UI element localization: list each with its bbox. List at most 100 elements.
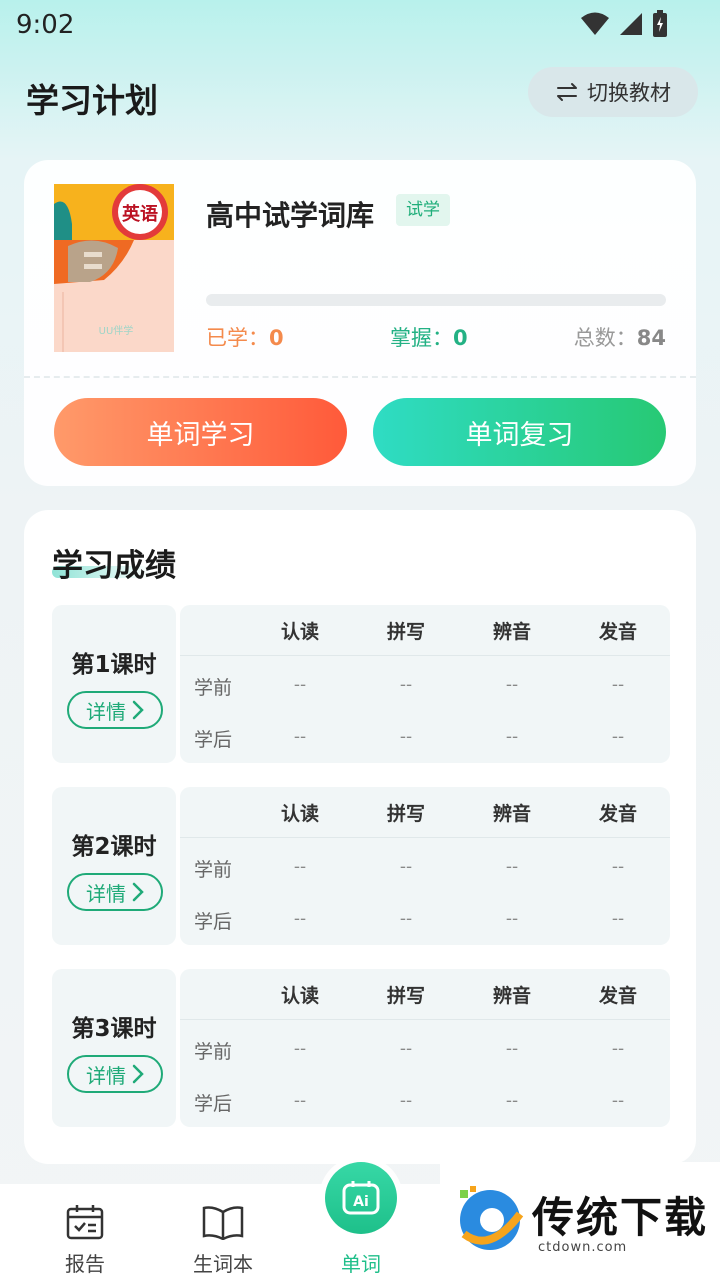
chevron-right-icon [132, 1064, 144, 1084]
watermark-logo-icon [460, 1186, 524, 1250]
lesson-block: 第3课时 详情 认读 拼写 辨音 发音 学前 -- -- -- -- 学后 --… [52, 969, 670, 1127]
row-label: 学前 [194, 677, 233, 699]
mastered-value: 0 [453, 326, 468, 350]
score-cell: -- [505, 1091, 519, 1111]
lesson-info: 第3课时 详情 [52, 969, 176, 1127]
lesson-info: 第1课时 详情 [52, 605, 176, 763]
score-table: 认读 拼写 辨音 发音 学前 -- -- -- -- 学后 -- -- -- -… [180, 605, 670, 763]
cover-brand: UU伴学 [99, 324, 134, 337]
swap-icon [557, 83, 577, 101]
book-title: 高中试学词库 [206, 199, 375, 232]
nav-label-words: 单词 [341, 1252, 381, 1276]
page-title: 学习计划 [26, 81, 158, 120]
score-cell: -- [611, 1091, 625, 1111]
detail-label: 详情 [86, 881, 126, 906]
score-cell: -- [293, 1091, 307, 1111]
battery-icon [653, 10, 667, 37]
detail-label: 详情 [86, 699, 126, 724]
lesson-name: 第1课时 [71, 652, 157, 678]
lesson-detail-button[interactable]: 详情 [67, 1055, 163, 1093]
status-bar: 9:02 [0, 0, 720, 50]
score-cell: -- [611, 909, 625, 929]
score-cell: -- [505, 909, 519, 929]
column-header: 发音 [598, 621, 637, 643]
row-label: 学后 [194, 1093, 233, 1115]
column-header: 发音 [598, 985, 637, 1007]
status-icons [580, 10, 668, 38]
watermark-sub: ctdown.com [538, 1240, 628, 1255]
score-cell: -- [611, 675, 625, 695]
switch-textbook-label: 切换教材 [587, 81, 671, 105]
score-table: 认读 拼写 辨音 发音 学前 -- -- -- -- 学后 -- -- -- -… [180, 787, 670, 945]
total-value: 84 [636, 326, 666, 350]
score-cell: -- [399, 727, 413, 747]
column-header: 发音 [598, 803, 637, 825]
results-title: 学习成绩 [52, 548, 176, 584]
score-cell: -- [505, 675, 519, 695]
score-cell: -- [505, 1039, 519, 1059]
learned-stat: 已学：0 [206, 322, 284, 352]
nav-item-vocab-book[interactable]: 生词本 [158, 1184, 288, 1280]
status-time: 9:02 [16, 10, 75, 40]
score-table: 认读 拼写 辨音 发音 学前 -- -- -- -- 学后 -- -- -- -… [180, 969, 670, 1127]
score-cell: -- [399, 909, 413, 929]
score-cell: -- [611, 1039, 625, 1059]
score-cell: -- [399, 1039, 413, 1059]
lesson-block: 第2课时 详情 认读 拼写 辨音 发音 学前 -- -- -- -- 学后 --… [52, 787, 670, 945]
row-label: 学后 [194, 911, 233, 933]
column-header: 认读 [280, 621, 319, 643]
ai-icon: Ai [342, 1181, 380, 1215]
lesson-name: 第2课时 [71, 834, 157, 860]
score-cell: -- [505, 857, 519, 877]
svg-text:Ai: Ai [353, 1194, 369, 1210]
lesson-detail-button[interactable]: 详情 [67, 691, 163, 729]
score-cell: -- [399, 857, 413, 877]
chevron-right-icon [132, 700, 144, 720]
calendar-check-icon [66, 1205, 104, 1240]
column-header: 拼写 [386, 803, 425, 825]
nav-label-vocab-book: 生词本 [193, 1252, 253, 1276]
column-header: 拼写 [386, 621, 425, 643]
book-cover[interactable]: 英语 UU伴学 [54, 184, 174, 352]
score-cell: -- [293, 909, 307, 929]
watermark-text: 传统下载 [532, 1193, 709, 1242]
learned-value: 0 [269, 326, 284, 350]
signal-icon [620, 13, 642, 35]
mastered-stat: 掌握：0 [390, 322, 468, 352]
column-header: 辨音 [492, 985, 531, 1007]
lesson-info: 第2课时 详情 [52, 787, 176, 945]
score-cell: -- [293, 1039, 307, 1059]
progress-bar [206, 294, 666, 306]
score-cell: -- [293, 675, 307, 695]
open-book-icon [202, 1206, 244, 1240]
word-study-button[interactable]: 单词学习 [54, 398, 347, 466]
row-label: 学前 [194, 1041, 233, 1063]
nav-label-report: 报告 [65, 1252, 105, 1276]
switch-textbook-button[interactable]: 切换教材 [528, 67, 698, 117]
score-cell: -- [611, 857, 625, 877]
score-cell: -- [399, 1091, 413, 1111]
lesson-detail-button[interactable]: 详情 [67, 873, 163, 911]
column-header: 认读 [280, 803, 319, 825]
wifi-icon [581, 12, 609, 35]
row-label: 学前 [194, 859, 233, 881]
learned-label: 已学： [206, 326, 269, 350]
score-cell: -- [399, 675, 413, 695]
column-header: 辨音 [492, 621, 531, 643]
score-cell: -- [505, 727, 519, 747]
row-label: 学后 [194, 729, 233, 751]
trial-badge: 试学 [396, 194, 450, 226]
cover-title: 英语 [121, 203, 158, 225]
nav-item-report[interactable]: 报告 [20, 1184, 150, 1280]
lesson-block: 第1课时 详情 认读 拼写 辨音 发音 学前 -- -- -- -- 学后 --… [52, 605, 670, 763]
column-header: 辨音 [492, 803, 531, 825]
score-cell: -- [293, 727, 307, 747]
word-review-button[interactable]: 单词复习 [373, 398, 666, 466]
nav-ai-button[interactable]: Ai [325, 1162, 397, 1234]
divider [24, 376, 696, 378]
watermark: 传统下载 ctdown.com [440, 1162, 720, 1280]
column-header: 拼写 [386, 985, 425, 1007]
total-stat: 总数：84 [574, 322, 666, 352]
results-card: 学习成绩 第1课时 详情 认读 拼写 辨音 发音 学前 -- -- -- -- … [24, 510, 696, 1164]
score-cell: -- [293, 857, 307, 877]
